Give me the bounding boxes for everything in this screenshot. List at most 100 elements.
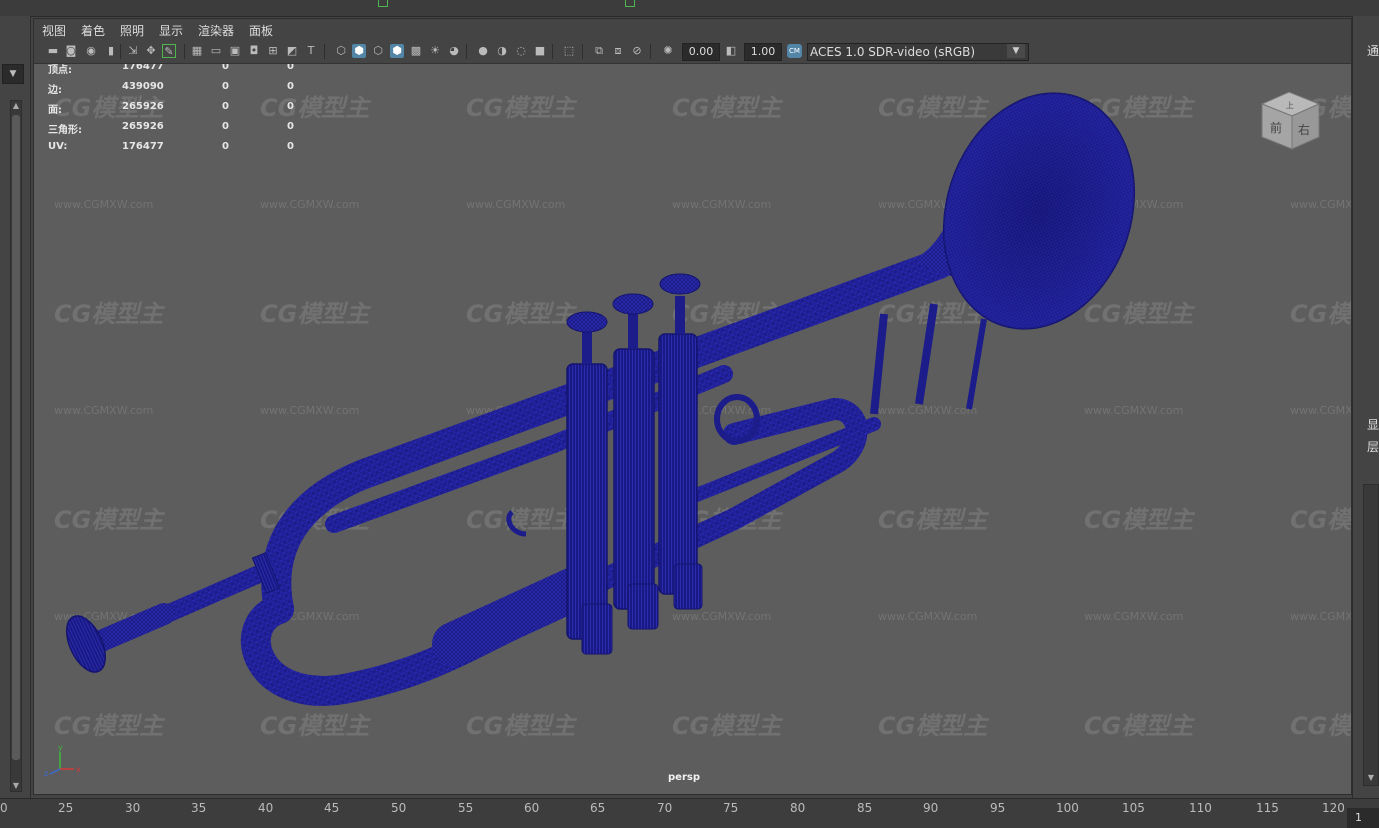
resolution-gate-icon[interactable]: ▣ [228, 44, 242, 58]
shelf-marker [625, 0, 635, 7]
stat-row-faces: 面: 265926 0 0 [48, 101, 294, 116]
gate-mask-icon[interactable]: ◘ [247, 44, 261, 58]
backface-culling-icon[interactable]: ⊘ [630, 44, 644, 58]
watermark-logo: CG模型主 [466, 712, 577, 740]
menu-renderer[interactable]: 渲染器 [198, 22, 234, 39]
scroll-down-icon[interactable]: ▼ [1364, 773, 1378, 785]
view-cube-front-label: 前 [1270, 120, 1282, 135]
stat-row-triangles: 三角形: 265926 0 0 [48, 121, 294, 136]
safe-title-icon[interactable]: T [304, 44, 318, 58]
watermark-url: www.CGMXW.com [1084, 404, 1183, 417]
watermark-url: www.CGMXW.com [260, 404, 359, 417]
smooth-shade-icon[interactable]: ⬢ [352, 44, 366, 58]
grease-pencil-icon[interactable]: ✎ [162, 44, 176, 58]
stat-row-uvs: UV: 176477 0 0 [48, 141, 294, 152]
watermark-url: www.CGMXW.com [1290, 198, 1351, 211]
timeline-tick: 60 [524, 801, 540, 815]
menu-view[interactable]: 视图 [42, 22, 66, 39]
wireframe-on-shaded-icon[interactable]: ⬢ [390, 44, 404, 58]
menu-show[interactable]: 显示 [159, 22, 183, 39]
time-slider[interactable]: 0 25 30 35 40 45 50 55 60 65 70 75 80 85… [0, 798, 1379, 828]
camera-label: persp [668, 772, 700, 783]
xray-icon[interactable]: ⧉ [592, 44, 606, 58]
timeline-tick: 90 [923, 801, 939, 815]
timeline-tick: 85 [857, 801, 873, 815]
timeline-tick: 65 [590, 801, 606, 815]
3d-viewport[interactable]: CG模型主 CG模型主 CG模型主 CG模型主 CG模型主 CG模型主 CG模型… [34, 64, 1351, 794]
watermark-logo: CG模型主 [54, 506, 165, 534]
timeline-tick: 75 [723, 801, 739, 815]
image-plane-icon[interactable]: ⇲ [126, 44, 140, 58]
valve-casing-2 [613, 348, 655, 610]
lights-icon[interactable]: ☀ [428, 44, 442, 58]
bookmark-icon[interactable]: ▮ [104, 44, 118, 58]
watermark-url: www.CGMXW.com [466, 198, 565, 211]
menu-shading[interactable]: 着色 [81, 22, 105, 39]
right-scrollbar[interactable]: ▼ [1363, 484, 1379, 786]
color-management-icon[interactable]: CM [787, 44, 802, 58]
camera-lock-icon[interactable]: ◉ [84, 44, 98, 58]
default-material-icon[interactable]: ⬡ [371, 44, 385, 58]
y-axis-label: y [58, 743, 63, 752]
field-chart-icon[interactable]: ⊞ [266, 44, 280, 58]
timeline-tick: 110 [1189, 801, 1212, 815]
xray-joints-icon[interactable]: ⧈ [611, 44, 625, 58]
motion-blur-icon[interactable]: ◑ [495, 44, 509, 58]
timeline-tick: 120 [1322, 801, 1345, 815]
textured-icon[interactable]: ▩ [409, 44, 423, 58]
chevron-down-icon[interactable]: ▼ [1007, 44, 1025, 58]
watermark-logo: CG模型主 [1084, 712, 1195, 740]
watermark-logo: CG模型主 [1084, 300, 1195, 328]
scroll-thumb[interactable] [12, 115, 20, 760]
left-scrollbar[interactable]: ▲ ▼ [10, 100, 22, 792]
gamma-icon[interactable]: ◧ [724, 44, 738, 58]
shadows-icon[interactable]: ◕ [447, 44, 461, 58]
valve-casing-1 [566, 363, 608, 640]
watermark-logo: CG模型主 [466, 506, 577, 534]
camera-attributes-icon[interactable]: ◙ [64, 44, 78, 58]
trumpet-wireframe-scene: CG模型主 CG模型主 CG模型主 CG模型主 CG模型主 CG模型主 CG模型… [44, 68, 1351, 778]
watermark-url: www.CGMXW.com [878, 610, 977, 623]
valve-bottom-cap-1 [581, 603, 613, 655]
watermark-logo: CG模型主 [878, 506, 989, 534]
panel-toolbar: ▬ ◙ ◉ ▮ ⇲ ✥ ✎ ▦ ▭ ▣ ◘ ⊞ ◩ T ⬡ ⬢ ⬡ ⬢ ▩ ☀ … [34, 41, 1351, 64]
depth-of-field-icon[interactable]: ■ [533, 44, 547, 58]
exposure-field[interactable]: 0.00 [682, 43, 720, 61]
menu-panels[interactable]: 面板 [249, 22, 273, 39]
stat-row-vertices: 顶点: 176477 0 0 [48, 64, 294, 76]
timeline-tick: 35 [191, 801, 207, 815]
right-panel-label: 通 [1367, 44, 1379, 58]
timeline-tick: 0 [0, 801, 8, 815]
right-panel-label: 层 [1367, 440, 1379, 454]
two-d-pan-icon[interactable]: ✥ [144, 44, 158, 58]
gamma-field[interactable]: 1.00 [744, 43, 782, 61]
anti-aliasing-icon[interactable]: ◌ [514, 44, 528, 58]
watermark-logo: CG模型主 [54, 712, 165, 740]
valve-button-2 [612, 293, 654, 315]
safe-action-icon[interactable]: ◩ [285, 44, 299, 58]
valve-stem-2 [628, 314, 638, 349]
scroll-up-icon[interactable]: ▲ [11, 101, 21, 111]
watermark-logo: CG模型主 [878, 94, 989, 122]
z-axis-label: z [44, 769, 48, 778]
current-frame-field[interactable]: 1 [1347, 808, 1379, 828]
scroll-down-icon[interactable]: ▼ [11, 781, 21, 791]
left-dropdown[interactable]: ▼ [2, 64, 24, 84]
camera-icon[interactable]: ▬ [46, 44, 60, 58]
watermark-logo: CG模型主 [54, 300, 165, 328]
ambient-occlusion-icon[interactable]: ● [476, 44, 490, 58]
trumpet-model[interactable] [59, 68, 1164, 706]
view-cube[interactable]: 上 前 右 [1260, 91, 1321, 150]
film-gate-icon[interactable]: ▭ [209, 44, 223, 58]
exposure-icon[interactable]: ✺ [661, 44, 675, 58]
isolate-select-icon[interactable]: ⬚ [562, 44, 576, 58]
grid-icon[interactable]: ▦ [190, 44, 204, 58]
wireframe-icon[interactable]: ⬡ [334, 44, 348, 58]
watermark-logo: CG模型主 [1290, 506, 1351, 534]
z-axis-line [49, 768, 61, 775]
menu-lighting[interactable]: 照明 [120, 22, 144, 39]
color-space-select[interactable]: ACES 1.0 SDR-video (sRGB) [807, 43, 1029, 61]
valve-button-3 [659, 273, 701, 295]
right-panel: 通 显 层 ▼ [1352, 16, 1379, 798]
watermark-logo: CG模型主 [672, 94, 783, 122]
